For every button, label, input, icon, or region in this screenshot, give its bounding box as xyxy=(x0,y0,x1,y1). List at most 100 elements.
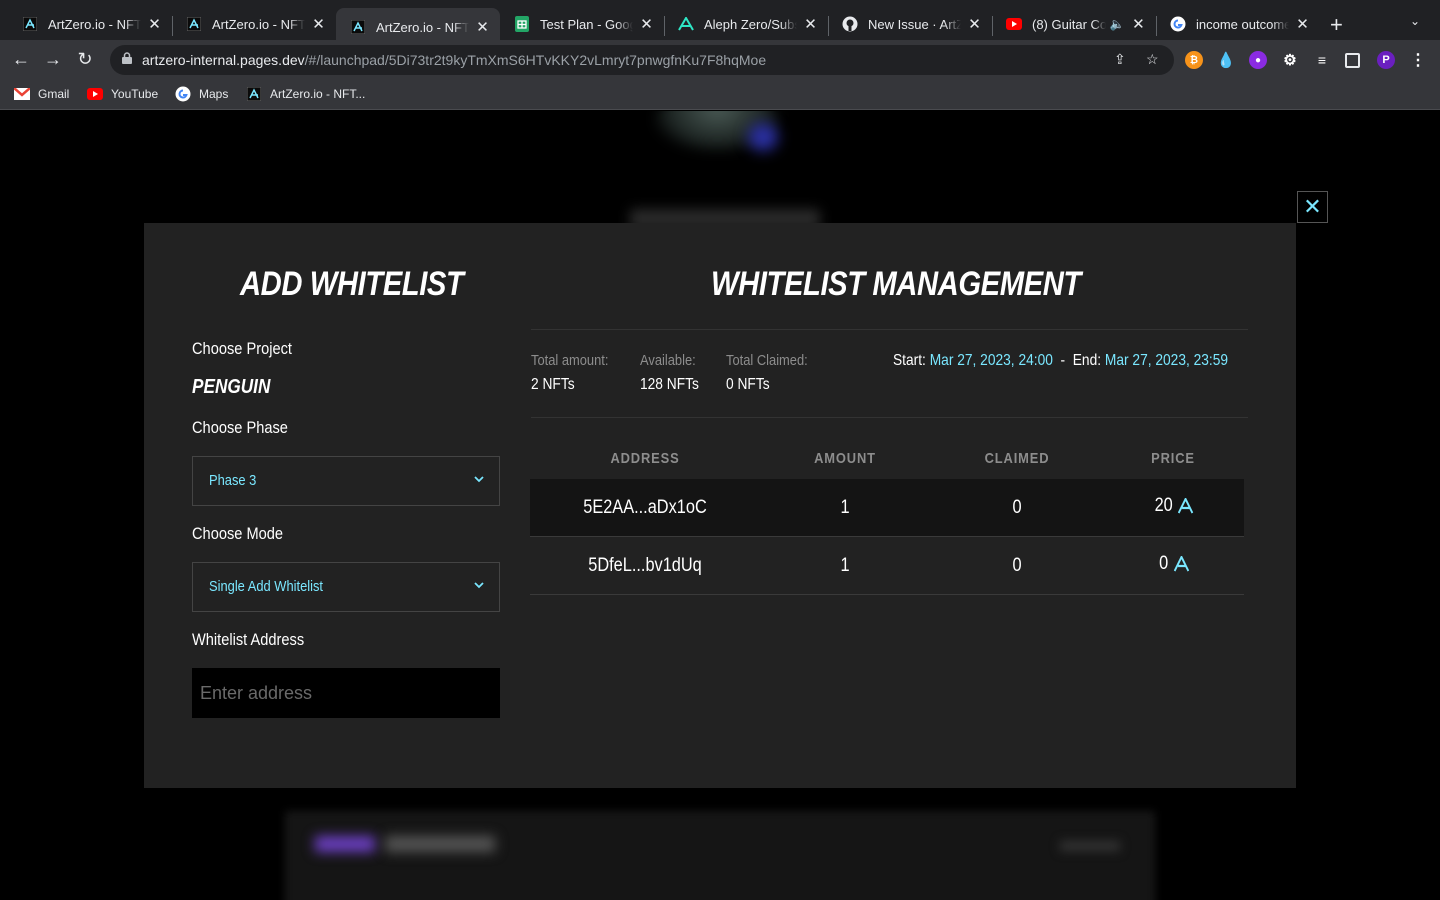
row-claimed: 0 xyxy=(1012,555,1022,576)
browser-tab[interactable]: Test Plan - Google Sheets ✕ xyxy=(500,8,664,40)
close-tab-icon[interactable]: ✕ xyxy=(1295,15,1310,33)
media-control-icon[interactable]: ≡ xyxy=(1313,51,1331,69)
end-label: End: xyxy=(1072,352,1102,369)
artzero-icon xyxy=(22,16,38,32)
azero-token-icon xyxy=(1173,556,1189,572)
whitelist-address-label: Whitelist Address xyxy=(192,630,305,649)
speaker-icon[interactable]: 🔈 xyxy=(1110,17,1125,31)
table-row: 5DfeL...bv1dUq 1 0 0 xyxy=(530,537,1244,595)
mode-select-value: Single Add Whitelist xyxy=(209,578,324,595)
blurred-card xyxy=(285,811,1155,900)
row-price: 0 xyxy=(1159,553,1189,575)
phase-select-value: Phase 3 xyxy=(209,472,257,489)
artzero-icon xyxy=(246,86,262,102)
google-icon xyxy=(175,86,191,102)
row-amount: 1 xyxy=(840,497,850,518)
sidebar-icon[interactable] xyxy=(1345,53,1360,68)
whitelist-management-title: WHITELIST MANAGEMENT xyxy=(711,265,1081,303)
row-price-value: 0 xyxy=(1159,553,1169,574)
new-tab-icon[interactable]: + xyxy=(1330,12,1343,38)
browser-tab[interactable]: (8) Guitar Cover 🔈 ✕ xyxy=(992,8,1156,40)
total-amount-value: 2 NFTs xyxy=(531,376,575,393)
close-tab-icon[interactable]: ✕ xyxy=(1131,15,1146,33)
chevron-down-icon xyxy=(474,476,484,483)
close-tab-icon[interactable]: ✕ xyxy=(147,15,162,33)
bookmark-gmail[interactable]: Gmail xyxy=(14,86,69,102)
close-tab-icon[interactable]: ✕ xyxy=(967,15,982,33)
start-date: Mar 27, 2023, 24:00 xyxy=(929,352,1053,369)
whitelist-address-input[interactable] xyxy=(192,668,500,718)
close-tab-icon[interactable]: ✕ xyxy=(639,15,654,33)
close-tab-icon[interactable]: ✕ xyxy=(803,15,818,33)
browser-tab[interactable]: New Issue · ArtZero ✕ xyxy=(828,8,992,40)
choose-mode-label: Choose Mode xyxy=(192,524,284,543)
share-icon[interactable]: ⇪ xyxy=(1114,51,1126,68)
close-tab-icon[interactable]: ✕ xyxy=(475,18,490,36)
address-bar[interactable]: artzero-internal.pages.dev/#/launchpad/5… xyxy=(110,45,1174,75)
close-icon[interactable]: ✕ xyxy=(1297,191,1328,223)
artzero-icon xyxy=(186,16,202,32)
browser-toolbar: ← → ↻ artzero-internal.pages.dev/#/launc… xyxy=(0,40,1440,80)
bookmarks-bar: Gmail YouTube Maps ArtZero.io - NFT... xyxy=(0,80,1440,110)
start-label: Start: xyxy=(893,352,926,369)
polkadot-extension-icon[interactable]: ● xyxy=(1249,51,1267,69)
bookmark-artzero[interactable]: ArtZero.io - NFT... xyxy=(246,86,365,102)
forward-icon[interactable]: → xyxy=(42,49,64,70)
date-separator: - xyxy=(1060,352,1066,369)
sheets-icon xyxy=(514,16,530,32)
profile-avatar[interactable]: P xyxy=(1377,51,1395,69)
row-price-value: 20 xyxy=(1154,495,1173,516)
lock-icon xyxy=(122,52,132,64)
end-date: Mar 27, 2023, 23:59 xyxy=(1104,352,1229,369)
blurred-text xyxy=(385,836,495,852)
youtube-icon xyxy=(1006,16,1022,32)
back-icon[interactable]: ← xyxy=(10,49,32,70)
mode-select[interactable]: Single Add Whitelist xyxy=(192,562,500,612)
browser-tab[interactable]: Aleph Zero/Substrate ✕ xyxy=(664,8,828,40)
browser-tab[interactable]: ArtZero.io - NFT Marketplace ✕ xyxy=(8,8,172,40)
blurred-badge xyxy=(748,123,778,151)
url-text: artzero-internal.pages.dev/#/launchpad/5… xyxy=(142,52,767,68)
total-claimed-label: Total Claimed: xyxy=(726,352,808,369)
reload-icon[interactable]: ↻ xyxy=(74,49,96,70)
blurred-tag xyxy=(315,836,375,852)
blurred-text xyxy=(1060,841,1120,851)
row-claimed: 0 xyxy=(1012,497,1022,518)
gmail-icon xyxy=(14,86,30,102)
aleph-icon xyxy=(678,16,694,32)
whitelist-modal: ADD WHITELIST Choose Project PENGUIN Cho… xyxy=(144,223,1296,788)
available-value: 128 NFTs xyxy=(640,376,699,393)
choose-phase-label: Choose Phase xyxy=(192,418,288,437)
chevron-down-icon xyxy=(474,582,484,589)
available-label: Available: xyxy=(640,352,696,369)
column-header-claimed: CLAIMED xyxy=(984,450,1050,467)
drop-extension-icon[interactable]: 💧 xyxy=(1217,51,1236,69)
column-header-amount: AMOUNT xyxy=(814,450,876,467)
phase-select[interactable]: Phase 3 xyxy=(192,456,500,506)
artzero-icon xyxy=(350,19,366,35)
bitcoin-extension-icon[interactable]: ₿ xyxy=(1185,51,1203,69)
bookmark-star-icon[interactable]: ☆ xyxy=(1146,51,1159,68)
row-address: 5E2AA...aDx1oC xyxy=(583,497,707,518)
choose-project-label: Choose Project xyxy=(192,339,292,358)
extensions-puzzle-icon[interactable]: ⚙ xyxy=(1281,51,1299,69)
phase-dates: Start: Mar 27, 2023, 24:00 - End: Mar 27… xyxy=(893,352,1228,370)
row-price: 20 xyxy=(1155,495,1194,517)
divider xyxy=(531,329,1248,330)
tab-search-icon[interactable]: ⌄ xyxy=(1410,14,1420,28)
bookmark-youtube[interactable]: YouTube xyxy=(87,86,158,102)
table-row: 5E2AA...aDx1oC 1 0 20 xyxy=(530,479,1244,537)
project-name: PENGUIN xyxy=(192,376,271,398)
browser-tab[interactable]: income outcome ✕ xyxy=(1156,8,1320,40)
total-claimed-value: 0 NFTs xyxy=(726,376,770,393)
azero-token-icon xyxy=(1177,498,1194,514)
github-icon xyxy=(842,16,858,32)
close-tab-icon[interactable]: ✕ xyxy=(311,15,326,33)
browser-tab[interactable]: ArtZero.io - NFT Marketplace ✕ xyxy=(172,8,336,40)
youtube-icon xyxy=(87,86,103,102)
menu-kebab-icon[interactable]: ⋮ xyxy=(1409,51,1427,69)
column-header-price: PRICE xyxy=(1151,450,1195,467)
total-amount-label: Total amount: xyxy=(531,352,609,369)
divider xyxy=(531,417,1248,418)
bookmark-maps[interactable]: Maps xyxy=(175,86,228,102)
